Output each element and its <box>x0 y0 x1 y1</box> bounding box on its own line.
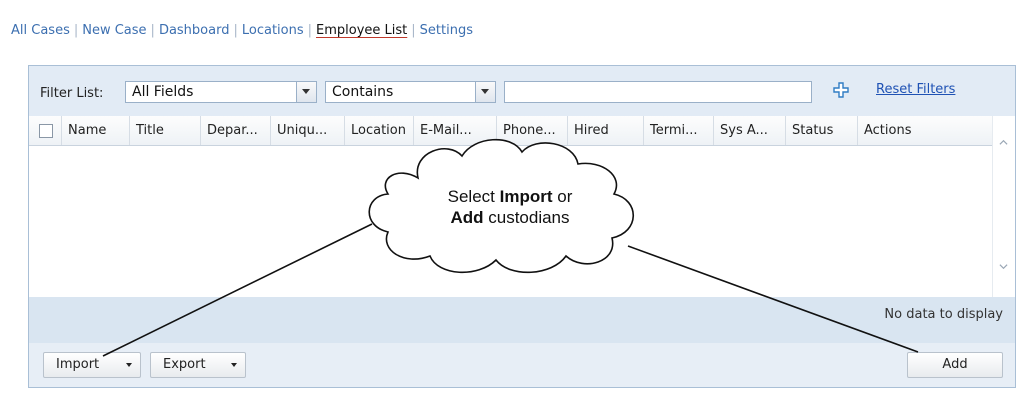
callout-line-2: Add custodians <box>400 207 620 228</box>
column-header[interactable]: E-Mail... <box>413 116 496 145</box>
dropdown-arrow-icon <box>231 363 237 367</box>
nav-new-case[interactable]: New Case <box>82 23 146 38</box>
select-all-checkbox[interactable] <box>39 124 53 138</box>
filter-text-input[interactable] <box>504 81 812 103</box>
import-button[interactable]: Import <box>43 352 141 378</box>
action-bar: Import Export Add <box>29 343 1015 387</box>
export-label: Export <box>163 357 206 372</box>
filter-bar: Filter List: All Fields Contains Reset F… <box>29 66 1015 116</box>
column-header[interactable]: Uniqu... <box>270 116 344 145</box>
column-header[interactable]: Status <box>785 116 857 145</box>
column-header[interactable]: Title <box>129 116 200 145</box>
nav-all-cases[interactable]: All Cases <box>11 23 70 38</box>
filter-list-label: Filter List: <box>40 86 104 101</box>
add-button[interactable]: Add <box>907 352 1003 378</box>
callout-text-part: or <box>552 187 573 206</box>
add-filter-icon[interactable] <box>832 81 850 99</box>
callout-import-word: Import <box>499 187 553 206</box>
filter-operator-select[interactable]: Contains <box>325 81 496 103</box>
nav-separator: | <box>150 22 155 38</box>
column-header[interactable]: Termi... <box>643 116 713 145</box>
nav-separator: | <box>307 22 313 38</box>
nav-separator: | <box>411 22 416 38</box>
chevron-down-icon[interactable] <box>999 262 1008 271</box>
callout-text-part: Select <box>447 187 500 206</box>
dropdown-arrow-icon <box>126 363 132 367</box>
column-header[interactable]: Name <box>61 116 129 145</box>
nav-employee-list[interactable]: Employee List <box>316 23 407 38</box>
nav-dashboard[interactable]: Dashboard <box>159 23 230 38</box>
column-header[interactable]: Sys A... <box>713 116 785 145</box>
column-header[interactable]: Location <box>344 116 413 145</box>
filter-field-select[interactable]: All Fields <box>125 81 317 103</box>
column-header[interactable]: Actions <box>857 116 992 145</box>
top-nav: All Cases | New Case | Dashboard | Locat… <box>11 21 473 39</box>
nav-separator: | <box>73 22 79 38</box>
nav-settings[interactable]: Settings <box>420 23 473 38</box>
nav-locations[interactable]: Locations <box>242 23 304 38</box>
chevron-up-icon[interactable] <box>999 138 1008 147</box>
chevron-down-icon[interactable] <box>475 82 495 102</box>
vertical-scrollbar[interactable] <box>992 116 1015 297</box>
callout-text-part: custodians <box>483 208 570 227</box>
chevron-down-icon[interactable] <box>296 82 316 102</box>
grid-status-bar: No data to display <box>29 297 1015 343</box>
nav-separator: | <box>233 22 238 38</box>
filter-field-value: All Fields <box>132 84 194 100</box>
callout-add-word: Add <box>450 208 484 227</box>
filter-operator-value: Contains <box>332 84 394 100</box>
column-header[interactable]: Depar... <box>200 116 270 145</box>
reset-filters-link[interactable]: Reset Filters <box>876 82 955 97</box>
column-header[interactable]: Hired <box>567 116 643 145</box>
import-label: Import <box>56 357 100 372</box>
export-button[interactable]: Export <box>150 352 246 378</box>
column-header[interactable]: Phone... <box>496 116 567 145</box>
no-data-text: No data to display <box>884 307 1003 322</box>
grid-header: Name Title Depar... Uniqu... Location E-… <box>29 116 1015 146</box>
callout-text: Select Import or Add custodians <box>400 186 620 228</box>
callout-line-1: Select Import or <box>400 186 620 207</box>
